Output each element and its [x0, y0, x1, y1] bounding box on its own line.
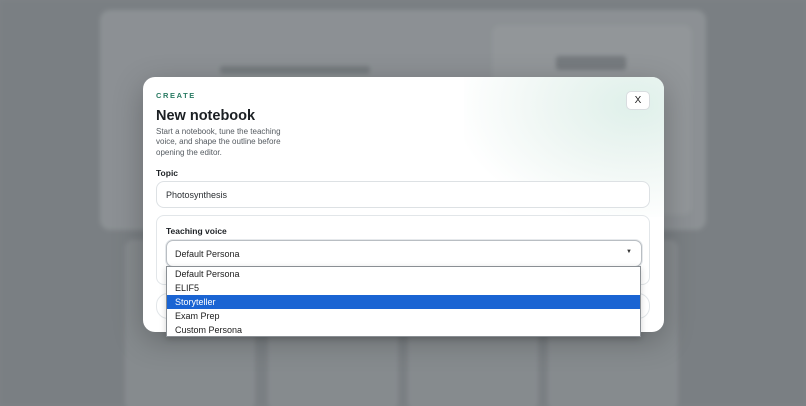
teaching-voice-options: Default Persona ELIF5 Storyteller Exam P… — [166, 266, 641, 337]
teaching-voice-label: Teaching voice — [166, 226, 227, 236]
topic-label: Topic — [156, 168, 179, 178]
teaching-voice-selected: Default Persona — [175, 248, 240, 259]
close-button[interactable]: X — [626, 91, 650, 110]
option-default-persona[interactable]: Default Persona — [167, 267, 640, 281]
option-elif5[interactable]: ELIF5 — [167, 281, 640, 295]
option-exam-prep[interactable]: Exam Prep — [167, 309, 640, 323]
teaching-voice-select[interactable]: Default Persona ▼ — [166, 240, 642, 267]
dialog-subtitle: Start a notebook, tune the teaching voic… — [156, 127, 281, 157]
dialog-eyebrow: CREATE — [156, 91, 196, 100]
dialog-title: New notebook — [156, 108, 256, 124]
option-custom-persona[interactable]: Custom Persona — [167, 323, 640, 337]
option-storyteller[interactable]: Storyteller — [167, 295, 640, 309]
topic-input[interactable]: Photosynthesis — [156, 181, 650, 208]
chevron-down-icon: ▼ — [626, 249, 632, 255]
